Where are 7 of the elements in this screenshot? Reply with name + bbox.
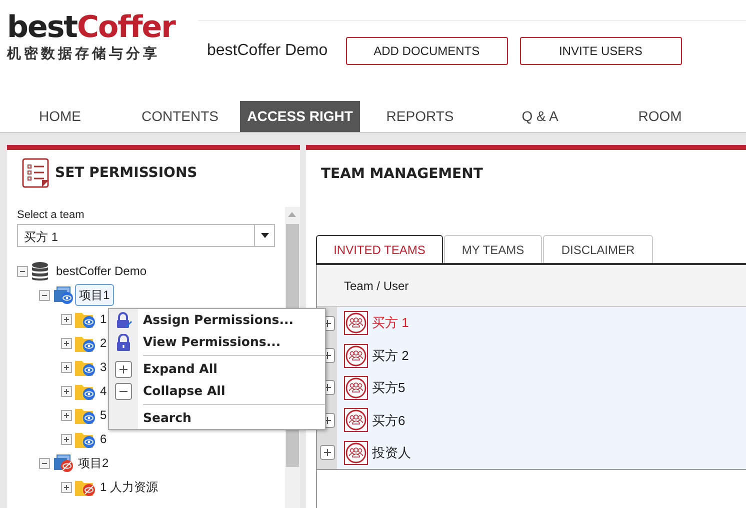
panel-title: SET PERMISSIONS xyxy=(55,164,198,183)
select-label: Select a team xyxy=(17,208,84,223)
site-title: bestCoffer Demo xyxy=(207,41,328,61)
logo-text: bestCoffer xyxy=(7,12,175,44)
column-header: Team / User xyxy=(344,278,409,294)
logo-tagline: 机密数据存储与分享 xyxy=(7,44,161,62)
panel-title: TEAM MANAGEMENT xyxy=(320,165,484,184)
